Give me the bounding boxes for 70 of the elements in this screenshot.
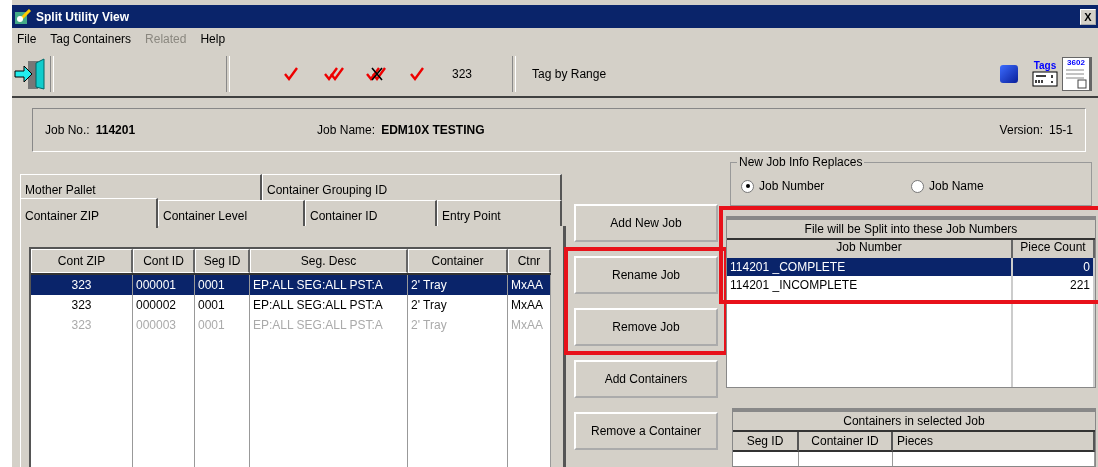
tab[interactable]: Container ZIP [20, 198, 158, 228]
radio-option[interactable]: Job Name [911, 179, 1081, 193]
table-cell: 0001 [195, 295, 250, 315]
tab[interactable]: Container Level [158, 200, 305, 226]
count-label: 323 [451, 67, 474, 81]
column-header[interactable]: Container [408, 249, 508, 273]
column-header[interactable]: Container ID [799, 432, 893, 452]
window-title: Split Utility View [36, 9, 131, 24]
form-button[interactable]: 3602 [1062, 57, 1092, 91]
group-title: New Job Info Replaces [737, 155, 865, 169]
table-cell: 221 [1013, 276, 1095, 294]
column-header[interactable]: Seg. Desc [250, 249, 408, 273]
table-cell: 114201 _COMPLETE [727, 258, 1013, 276]
table-row[interactable]: 323 000001 0001 EP:ALL SEG:ALL PST:A 2' Tray MxAA [31, 275, 551, 295]
table-cell: 000001 [133, 275, 195, 295]
job-name-value: EDM10X TESTING [381, 123, 485, 137]
tab[interactable]: Entry Point [437, 200, 562, 226]
table-cell: EP:ALL SEG:ALL PST:A [250, 275, 408, 295]
table-cell: 114201 _INCOMPLETE [727, 276, 1013, 294]
tag-by-range-button[interactable]: Tag by Range [526, 67, 613, 81]
table-cell: 323 [31, 315, 133, 335]
menu-item[interactable]: File [17, 32, 37, 48]
radio-option[interactable]: Job Number [741, 179, 911, 193]
table-cell: 323 [31, 295, 133, 315]
table-caption: Containers in selected Job [733, 409, 1095, 432]
column-header[interactable]: Cont ZIP [31, 249, 133, 273]
job-no-label: Job No.: [45, 123, 90, 137]
action-button[interactable]: Add New Job [574, 204, 718, 242]
table-cell: 2' Tray [408, 315, 508, 335]
menu-item[interactable]: Help [200, 32, 226, 48]
menu-item[interactable]: Tag Containers [50, 32, 132, 48]
tab[interactable]: Mother Pallet [20, 174, 262, 200]
column-header[interactable]: Pieces [893, 432, 1095, 452]
column-header[interactable]: Cont ID [133, 249, 195, 273]
table-cell: 0001 [195, 275, 250, 295]
table-cell: MxAA [508, 315, 551, 335]
table-row[interactable]: 114201 _INCOMPLETE 221 [727, 276, 1095, 294]
table-row[interactable]: 114201 _COMPLETE 0 [727, 258, 1095, 276]
table-cell: 2' Tray [408, 275, 508, 295]
tab[interactable]: Container ID [305, 200, 437, 226]
table-cell: 000002 [133, 295, 195, 315]
table-cell: EP:ALL SEG:ALL PST:A [250, 295, 408, 315]
version-value: 15-1 [1048, 123, 1073, 137]
action-button[interactable]: Rename Job [574, 256, 718, 294]
table-cell: 323 [31, 275, 133, 295]
table-cell: 0 [1013, 258, 1095, 276]
job-no-value: 114201 [95, 123, 136, 137]
table-row[interactable]: 323 000002 0001 EP:ALL SEG:ALL PST:A 2' Tray MxAA [31, 295, 551, 315]
column-header[interactable]: Job Number [727, 240, 1013, 260]
exit-door-icon[interactable] [14, 57, 46, 91]
table-cell: MxAA [508, 295, 551, 315]
column-header[interactable]: Seg ID [195, 249, 250, 273]
column-header[interactable]: Piece Count [1013, 240, 1095, 260]
action-button[interactable]: Remove Job [574, 308, 718, 346]
table-cell: MxAA [508, 275, 551, 295]
close-button[interactable]: X [1080, 8, 1096, 25]
action-button[interactable]: Add Containers [574, 360, 718, 398]
job-name-label: Job Name: [317, 123, 376, 137]
table-caption: File will be Split into these Job Numbers [727, 217, 1095, 240]
tab[interactable]: Container Grouping ID [262, 174, 562, 200]
action-button[interactable]: Remove a Container [574, 412, 718, 450]
app-icon [14, 8, 32, 25]
table-cell: EP:ALL SEG:ALL PST:A [250, 315, 408, 335]
table-cell: 0001 [195, 315, 250, 335]
table-cell: 000003 [133, 315, 195, 335]
table-cell: 2' Tray [408, 295, 508, 315]
column-header[interactable]: Seg ID [733, 432, 799, 452]
square-icon[interactable] [1000, 65, 1018, 83]
version-label: Version: [999, 123, 1043, 137]
column-header[interactable]: Ctnr [508, 249, 551, 273]
